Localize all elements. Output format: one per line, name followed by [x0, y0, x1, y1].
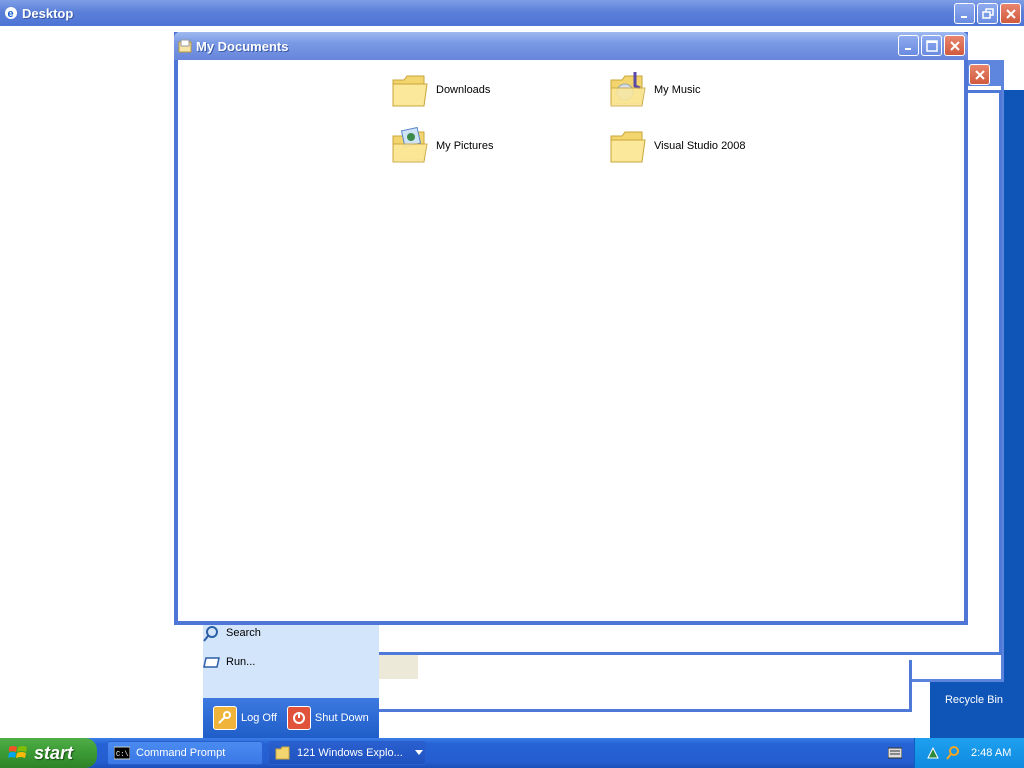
search-icon [203, 626, 218, 642]
folder-icon [610, 131, 646, 163]
folder-label: My Pictures [436, 140, 494, 152]
folder-item-my-music[interactable]: My Music [608, 70, 700, 110]
close-button[interactable] [944, 35, 965, 56]
run-label: Run... [226, 656, 256, 668]
folder-label: Visual Studio 2008 [654, 140, 746, 152]
shutdown-button[interactable]: Shut Down [286, 706, 369, 730]
folder-label: Downloads [436, 84, 491, 96]
my-documents-title: My Documents [196, 38, 289, 54]
folder-view[interactable]: Downloads My Music My Pictures Visual St… [178, 60, 964, 621]
folder-icon [275, 746, 290, 760]
minimize-icon [904, 47, 911, 50]
background-window-panel [378, 655, 418, 679]
background-close-button[interactable] [969, 64, 990, 85]
search-icon[interactable] [945, 745, 961, 761]
start-label: start [34, 742, 74, 763]
start-menu-search[interactable]: Search [203, 624, 261, 642]
ie-icon: e [4, 6, 18, 20]
folder-icon [392, 75, 428, 107]
my-documents-icon [178, 39, 192, 53]
system-tray: 2:48 AM [914, 738, 1024, 768]
key-icon [213, 706, 237, 730]
folder-item-my-pictures[interactable]: My Pictures [390, 126, 493, 166]
close-icon [949, 40, 960, 51]
keyboard-icon[interactable] [888, 747, 902, 759]
restore-button[interactable] [977, 3, 998, 24]
folder-label: My Music [654, 84, 701, 96]
logoff-button[interactable]: Log Off [213, 706, 277, 730]
start-button[interactable]: start [0, 738, 97, 768]
folder-item-downloads[interactable]: Downloads [390, 70, 490, 110]
minimize-button[interactable] [954, 3, 975, 24]
taskbar: start C:\ Command Prompt 121 Windows Exp… [0, 738, 1024, 768]
start-menu: Search Run... [203, 620, 379, 698]
taskbar-label: Command Prompt [136, 747, 226, 759]
clock[interactable]: 2:48 AM [971, 747, 1011, 759]
my-documents-titlebar[interactable]: My Documents [174, 32, 968, 60]
music-folder-icon [610, 72, 646, 107]
folder-item-visual-studio-2008[interactable]: Visual Studio 2008 [608, 126, 746, 166]
my-documents-window[interactable]: My Documents Downloads My Music My Pictu… [174, 32, 968, 625]
minimize-icon [960, 15, 967, 18]
windows-logo-icon [8, 746, 27, 758]
svg-text:e: e [8, 8, 14, 20]
background-window-bottom[interactable] [372, 660, 912, 712]
taskbar-button-windows-explorer[interactable]: 121 Windows Explo... [268, 741, 426, 765]
power-icon [286, 706, 311, 730]
cmd-icon: C:\ [114, 746, 130, 760]
maximize-icon [925, 39, 938, 52]
search-label: Search [226, 627, 261, 639]
close-icon [974, 69, 985, 80]
logoff-label: Log Off [241, 712, 277, 724]
start-menu-footer: Log Off Shut Down [203, 698, 379, 738]
desktop-titlebar[interactable]: e Desktop [0, 0, 1024, 26]
maximize-button[interactable] [921, 35, 942, 56]
close-button[interactable] [1000, 3, 1021, 24]
desktop-title: Desktop [22, 5, 74, 21]
taskbar-label: 121 Windows Explo... [297, 747, 403, 759]
svg-text:C:\: C:\ [116, 751, 129, 759]
close-icon [1005, 8, 1016, 19]
chevron-down-icon [414, 750, 423, 755]
recycle-bin-label[interactable]: Recycle Bin [930, 694, 1018, 706]
minimize-button[interactable] [898, 35, 919, 56]
start-menu-run[interactable]: Run... [203, 654, 255, 670]
restore-icon [981, 7, 994, 19]
shutdown-label: Shut Down [314, 712, 369, 724]
taskbar-button-command-prompt[interactable]: C:\ Command Prompt [107, 741, 263, 765]
network-icon[interactable] [925, 745, 941, 761]
pictures-folder-icon [392, 126, 428, 163]
run-icon [203, 657, 220, 668]
